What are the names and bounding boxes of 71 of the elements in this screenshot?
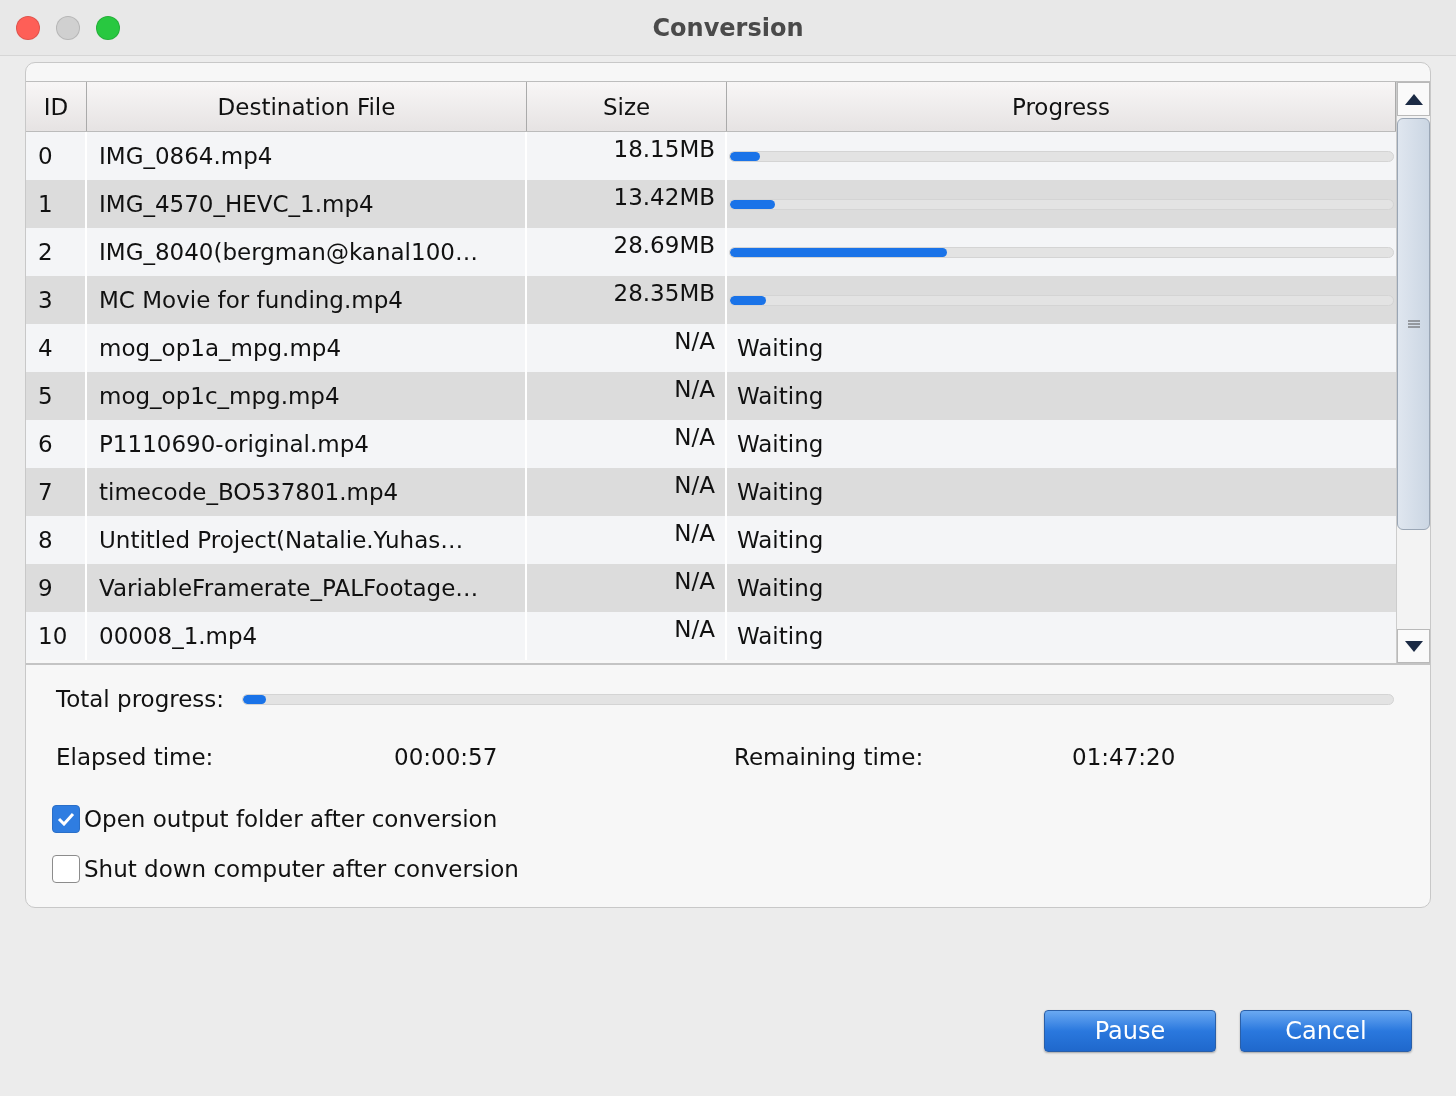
file-cell: mog_op1a_mpg.mp4 xyxy=(99,335,342,361)
table-row[interactable]: 3 MC Movie for funding.mp4 28.35MB xyxy=(26,276,1396,324)
id-cell: 10 xyxy=(38,623,68,649)
id-cell: 0 xyxy=(38,143,53,169)
remaining-label: Remaining time: xyxy=(734,744,925,770)
file-cell: MC Movie for funding.mp4 xyxy=(99,287,403,313)
size-cell: N/A xyxy=(674,472,715,498)
remaining-value: 01:47:20 xyxy=(1072,744,1177,770)
status-cell-text: Waiting xyxy=(736,575,824,601)
option-label: Shut down computer after conversion xyxy=(84,856,519,882)
id-cell: 6 xyxy=(38,431,53,457)
dialog-button[interactable]: Pause xyxy=(1044,1010,1216,1052)
status-cell-text: Waiting xyxy=(736,623,824,649)
column-header[interactable]: ID xyxy=(26,82,87,131)
table-row[interactable]: 1 IMG_4570_HEVC_1.mp4 13.42MB xyxy=(26,180,1396,228)
size-cell: N/A xyxy=(674,424,715,450)
status-cell-text: Waiting xyxy=(736,479,824,505)
grip-icon xyxy=(1407,320,1420,328)
file-cell: mog_op1c_mpg.mp4 xyxy=(99,383,340,409)
size-cell: N/A xyxy=(674,568,715,594)
file-cell: IMG_0864.mp4 xyxy=(99,143,273,169)
id-cell: 4 xyxy=(38,335,53,361)
size-cell: 13.42MB xyxy=(613,184,715,210)
id-cell: 2 xyxy=(38,239,53,265)
id-cell: 3 xyxy=(38,287,53,313)
size-cell: N/A xyxy=(674,328,715,354)
size-cell: N/A xyxy=(674,616,715,642)
option-label: Open output folder after conversion xyxy=(84,806,498,832)
down-arrow-icon xyxy=(1404,640,1423,652)
file-cell: IMG_8040(bergman@kanal100… xyxy=(99,239,478,265)
id-cell: 9 xyxy=(38,575,53,601)
scroll-thumb[interactable] xyxy=(1397,118,1430,530)
file-cell: IMG_4570_HEVC_1.mp4 xyxy=(99,191,374,217)
scroll-up-button[interactable] xyxy=(1397,82,1430,116)
table-row[interactable]: 9 VariableFramerate_PALFootage… N/A Waiting xyxy=(26,564,1396,612)
size-cell: N/A xyxy=(674,520,715,546)
file-cell: Untitled Project(Natalie.Yuhas… xyxy=(99,527,464,553)
size-cell: N/A xyxy=(674,376,715,402)
elapsed-value: 00:00:57 xyxy=(394,744,499,770)
minimize-icon[interactable] xyxy=(56,15,80,40)
status-cell-text: Waiting xyxy=(736,431,824,457)
status-cell-text: Waiting xyxy=(736,335,824,361)
total-progress-label: Total progress: xyxy=(56,686,225,712)
id-cell: 5 xyxy=(38,383,53,409)
status-cell-text: Waiting xyxy=(736,527,824,553)
file-cell: P1110690-original.mp4 xyxy=(99,431,369,457)
status-cell-text: Waiting xyxy=(736,383,824,409)
scroll-down-button[interactable] xyxy=(1397,629,1430,663)
checkbox[interactable] xyxy=(52,855,80,883)
dialog-button[interactable]: Cancel xyxy=(1240,1010,1412,1052)
elapsed-label: Elapsed time: xyxy=(56,744,215,770)
size-cell: 28.35MB xyxy=(613,280,715,306)
up-arrow-icon xyxy=(1404,93,1423,105)
id-cell: 7 xyxy=(38,479,53,505)
size-cell: 18.15MB xyxy=(613,136,715,162)
window-title: Conversion xyxy=(651,13,805,42)
id-cell: 8 xyxy=(38,527,53,553)
check-icon xyxy=(57,812,75,826)
file-cell: timecode_BO537801.mp4 xyxy=(99,479,399,505)
id-cell: 1 xyxy=(38,191,53,217)
close-icon[interactable] xyxy=(16,15,40,40)
file-cell: 00008_1.mp4 xyxy=(99,623,258,649)
zoom-icon[interactable] xyxy=(96,15,120,40)
file-cell: VariableFramerate_PALFootage… xyxy=(99,575,479,601)
column-header[interactable]: Size xyxy=(527,82,727,131)
table-row[interactable]: 5 mog_op1c_mpg.mp4 N/A Waiting xyxy=(26,372,1396,420)
column-header[interactable]: Destination File xyxy=(87,82,527,131)
checkbox[interactable] xyxy=(52,805,80,833)
table-row[interactable]: 7 timecode_BO537801.mp4 N/A Waiting xyxy=(26,468,1396,516)
scrollbar[interactable] xyxy=(1396,82,1430,663)
size-cell: 28.69MB xyxy=(613,232,715,258)
